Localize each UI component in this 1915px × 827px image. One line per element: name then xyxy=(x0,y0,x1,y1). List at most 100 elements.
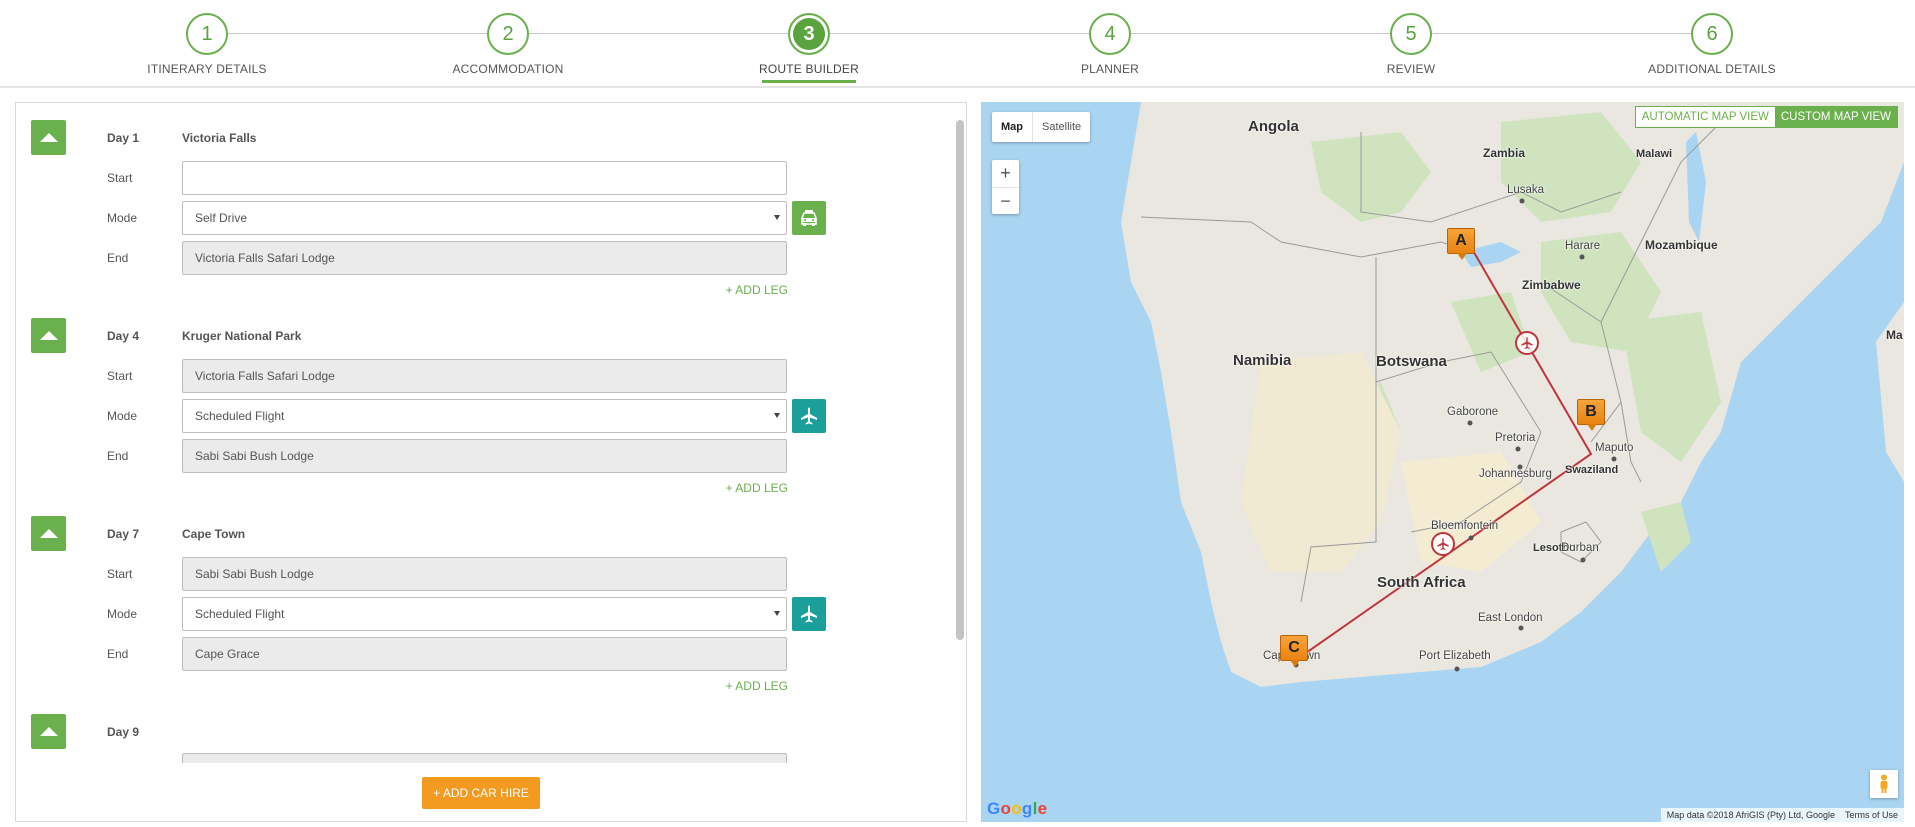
step-number: 3 xyxy=(788,13,830,55)
map-city-label: Harare xyxy=(1565,240,1601,252)
step-accommodation[interactable]: 2 ACCOMMODATION xyxy=(408,13,608,76)
step-number: 4 xyxy=(1089,13,1131,55)
day-destination: Cape Town xyxy=(182,527,246,541)
start-label: Start xyxy=(107,567,133,581)
end-label: End xyxy=(107,251,129,265)
add-leg-link[interactable]: + ADD LEG xyxy=(726,679,788,693)
add-leg-link[interactable]: + ADD LEG xyxy=(726,283,788,297)
day-number: Day 1 xyxy=(107,131,140,145)
automatic-map-view-button[interactable]: AUTOMATIC MAP VIEW xyxy=(1635,107,1775,127)
collapse-day-button[interactable] xyxy=(31,120,66,155)
collapse-day-button[interactable] xyxy=(31,516,66,551)
start-input[interactable] xyxy=(182,753,787,763)
step-route-builder[interactable]: 3 ROUTE BUILDER xyxy=(709,13,909,83)
step-label: ROUTE BUILDER xyxy=(759,62,859,76)
map-type-map-button[interactable]: Map xyxy=(992,112,1032,142)
zoom-in-button[interactable]: + xyxy=(992,160,1019,187)
day-number: Day 7 xyxy=(107,527,140,541)
map-city-label: Lusaka xyxy=(1507,184,1545,196)
chevron-up-icon xyxy=(39,331,58,340)
map-city-label: Port Elizabeth xyxy=(1419,650,1491,662)
step-planner[interactable]: 4 PLANNER xyxy=(1010,13,1210,76)
day-number: Day 4 xyxy=(107,329,140,343)
end-input[interactable]: Cape Grace xyxy=(182,637,787,671)
chevron-up-icon xyxy=(39,727,58,736)
map-data-credit: Map data ©2018 AfriGIS (Pty) Ltd, Google xyxy=(1666,810,1835,820)
map-country-label: Zimbabwe xyxy=(1522,278,1581,292)
zoom-out-button[interactable]: − xyxy=(992,187,1019,214)
map-view-toggle: AUTOMATIC MAP VIEW CUSTOM MAP VIEW xyxy=(1634,106,1898,128)
chevron-up-icon xyxy=(39,529,58,538)
route-map[interactable]: Angola Zambia Malawi Mozambique Zimbabwe… xyxy=(981,102,1904,822)
day-destination: Kruger National Park xyxy=(182,329,302,343)
mode-label: Mode xyxy=(107,607,138,621)
collapse-day-button[interactable] xyxy=(31,714,66,749)
mode-label: Mode xyxy=(107,409,138,423)
mode-label: Mode xyxy=(107,211,138,225)
map-city-label: Bloemfontein xyxy=(1431,520,1499,532)
dropdown-caret-icon xyxy=(774,215,780,220)
plane-icon[interactable] xyxy=(792,597,826,631)
step-number: 6 xyxy=(1691,13,1733,55)
map-country-label: South Africa xyxy=(1377,574,1466,591)
mode-select[interactable]: Scheduled Flight xyxy=(182,399,787,433)
map-country-label: Swaziland xyxy=(1565,464,1619,476)
start-label: Start xyxy=(107,369,133,383)
collapse-day-button[interactable] xyxy=(31,318,66,353)
mode-select[interactable]: Scheduled Flight xyxy=(182,597,787,631)
scrollbar[interactable] xyxy=(956,120,964,640)
mode-value: Scheduled Flight xyxy=(195,409,285,423)
plane-icon[interactable] xyxy=(792,399,826,433)
step-label: PLANNER xyxy=(1080,62,1140,76)
mode-select[interactable]: Self Drive xyxy=(182,201,787,235)
add-leg-link[interactable]: + ADD LEG xyxy=(726,481,788,495)
active-step-underline xyxy=(762,80,856,83)
progress-stepper: 1 ITINERARY DETAILS 2 ACCOMMODATION 3 RO… xyxy=(0,0,1915,88)
map-city-label: Durban xyxy=(1561,542,1599,554)
map-country-label: Angola xyxy=(1248,118,1299,135)
map-country-label: Botswana xyxy=(1376,353,1447,370)
route-marker[interactable]: C xyxy=(1280,635,1308,667)
route-marker[interactable]: A xyxy=(1447,228,1475,260)
map-city-label: Gaborone xyxy=(1447,406,1499,418)
zoom-control: + − xyxy=(992,160,1019,214)
step-label: ACCOMMODATION xyxy=(452,62,564,76)
google-logo: Google xyxy=(987,799,1048,818)
end-label: End xyxy=(107,449,129,463)
street-view-pegman-icon[interactable] xyxy=(1870,770,1898,798)
step-review[interactable]: 5 REVIEW xyxy=(1311,13,1511,76)
map-canvas xyxy=(1121,102,1904,687)
terms-of-use-link[interactable]: Terms of Use xyxy=(1845,810,1898,820)
route-marker[interactable]: B xyxy=(1577,399,1605,431)
step-itinerary-details[interactable]: 1 ITINERARY DETAILS xyxy=(107,13,307,76)
step-additional-details[interactable]: 6 ADDITIONAL DETAILS xyxy=(1612,13,1812,76)
map-city-label: East London xyxy=(1478,612,1543,624)
custom-map-view-button[interactable]: CUSTOM MAP VIEW xyxy=(1774,107,1897,127)
car-icon[interactable] xyxy=(792,201,826,235)
map-country-label: Malawi xyxy=(1636,148,1673,160)
map-country-label: Mozambique xyxy=(1645,238,1718,252)
step-number: 1 xyxy=(186,13,228,55)
dropdown-caret-icon xyxy=(774,413,780,418)
map-city-label: Johannesburg xyxy=(1479,468,1552,480)
start-input[interactable]: Sabi Sabi Bush Lodge xyxy=(182,557,787,591)
map-country-label: Zambia xyxy=(1483,146,1526,160)
step-label: REVIEW xyxy=(1386,62,1436,76)
flight-route-icon xyxy=(1431,532,1455,556)
step-number: 5 xyxy=(1390,13,1432,55)
day-number: Day 9 xyxy=(107,725,140,739)
map-country-label: Namibia xyxy=(1233,352,1292,369)
add-car-hire-button[interactable]: + ADD CAR HIRE xyxy=(422,777,540,809)
map-type-satellite-button[interactable]: Satellite xyxy=(1032,112,1090,142)
start-label: Start xyxy=(107,171,133,185)
mode-value: Scheduled Flight xyxy=(195,607,285,621)
step-label: ITINERARY DETAILS xyxy=(147,62,267,76)
end-input[interactable]: Sabi Sabi Bush Lodge xyxy=(182,439,787,473)
map-attribution: Map data ©2018 AfriGIS (Pty) Ltd, Google… xyxy=(1660,808,1904,822)
end-label: End xyxy=(107,647,129,661)
start-input[interactable]: Victoria Falls Safari Lodge xyxy=(182,359,787,393)
end-input[interactable]: Victoria Falls Safari Lodge xyxy=(182,241,787,275)
flight-route-icon xyxy=(1515,331,1539,355)
start-input[interactable] xyxy=(182,161,787,195)
day-destination: Victoria Falls xyxy=(182,131,257,145)
